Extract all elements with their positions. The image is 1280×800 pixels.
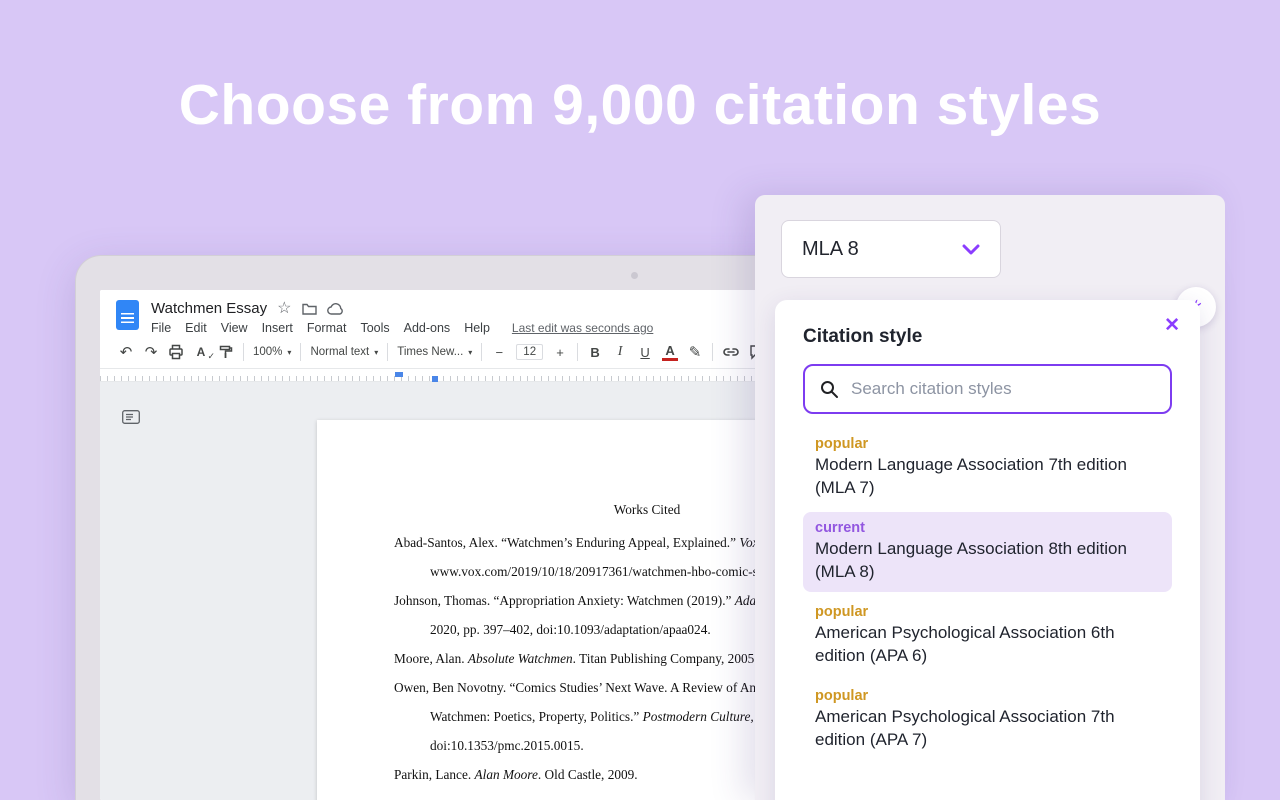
citation-style-dropdown[interactable]: MLA 8: [781, 220, 1001, 278]
increase-font-size-button[interactable]: +: [552, 345, 568, 360]
highlight-color-icon[interactable]: ✎: [687, 345, 703, 360]
item-tag: popular: [815, 687, 869, 704]
cloud-status-icon[interactable]: [326, 302, 344, 315]
menu-format[interactable]: Format: [307, 321, 347, 335]
item-label: Modern Language Association 8th edition …: [815, 538, 1127, 581]
indent-marker[interactable]: [395, 372, 403, 377]
last-edit-status[interactable]: Last edit was seconds ago: [512, 321, 653, 335]
underline-button[interactable]: U: [637, 345, 653, 360]
font-size-input[interactable]: 12: [516, 344, 544, 360]
hero-title: Choose from 9,000 citation styles: [178, 73, 1102, 137]
insert-link-icon[interactable]: [722, 344, 740, 360]
zoom-select[interactable]: 100% ▾: [253, 346, 291, 358]
menu-view[interactable]: View: [221, 321, 248, 335]
google-docs-icon[interactable]: [116, 300, 139, 330]
card-title: Citation style: [803, 326, 923, 347]
item-tag: popular: [815, 603, 869, 620]
style-item-apa6[interactable]: popular American Psychological Associati…: [803, 596, 1172, 676]
item-label: American Psychological Association 7th e…: [815, 706, 1115, 749]
toolbar-separator: [300, 343, 302, 361]
chevron-down-icon: ▾: [468, 347, 473, 357]
search-citation-styles-input[interactable]: [851, 379, 1156, 399]
document-title[interactable]: Watchmen Essay: [151, 300, 267, 317]
laptop-camera-dot: [631, 272, 638, 279]
page: Choose from 9,000 citation styles Watchm…: [0, 0, 1280, 800]
docs-title-main: Watchmen Essay ☆ File Edit View Insert F…: [151, 300, 653, 335]
move-folder-icon[interactable]: [301, 302, 317, 315]
paragraph-style-select[interactable]: Normal text ▾: [310, 346, 378, 358]
style-item-apa7[interactable]: popular American Psychological Associati…: [803, 680, 1172, 760]
menu-insert[interactable]: Insert: [262, 321, 293, 335]
redo-icon[interactable]: ↷: [143, 345, 159, 360]
chevron-down-icon: [962, 244, 980, 255]
undo-icon[interactable]: ↶: [118, 345, 134, 360]
citation-style-card: ✂ ✕ Citation style popular Modern Langua…: [775, 287, 1216, 800]
decrease-font-size-button[interactable]: −: [491, 345, 507, 360]
toolbar-separator: [712, 343, 714, 361]
toolbar-separator: [577, 343, 579, 361]
toolbar-separator: [243, 343, 244, 361]
item-tag: popular: [815, 436, 869, 452]
search-box[interactable]: [803, 364, 1172, 414]
bold-button[interactable]: B: [587, 345, 603, 360]
text-color-button[interactable]: A: [662, 344, 679, 361]
paint-format-icon[interactable]: [218, 344, 234, 360]
toolbar-separator: [387, 343, 389, 361]
menu-edit[interactable]: Edit: [185, 321, 207, 335]
menu-file[interactable]: File: [151, 321, 171, 335]
font-select[interactable]: Times New... ▾: [397, 346, 472, 358]
item-label: American Psychological Association 6th e…: [815, 622, 1115, 665]
docs-menu-bar: File Edit View Insert Format Tools Add-o…: [151, 321, 653, 335]
menu-addons[interactable]: Add-ons: [404, 321, 451, 335]
scissors-badge[interactable]: ✂: [1176, 287, 1216, 327]
item-tag: current: [815, 519, 865, 536]
chevron-down-icon: ▾: [287, 347, 292, 357]
style-item-mla8[interactable]: current Modern Language Association 8th …: [803, 511, 1172, 592]
menu-help[interactable]: Help: [464, 321, 490, 335]
chevron-down-icon: ▾: [374, 347, 379, 357]
citation-panel: MLA 8 ✂ ✕ Citation style popular Modern …: [755, 195, 1225, 800]
italic-button[interactable]: I: [612, 344, 628, 360]
item-label: Modern Language Association 7th edition …: [815, 455, 1127, 497]
print-icon[interactable]: [168, 344, 184, 360]
document-outline-icon[interactable]: [122, 410, 140, 429]
citation-style-list: popular Modern Language Association 7th …: [803, 428, 1172, 760]
close-icon[interactable]: ✕: [1164, 316, 1180, 335]
toolbar-separator: [481, 343, 483, 361]
menu-tools[interactable]: Tools: [360, 321, 389, 335]
star-icon[interactable]: ☆: [277, 300, 291, 317]
search-icon: [819, 379, 839, 399]
doc-title-line: Watchmen Essay ☆: [151, 300, 653, 317]
spellcheck-icon[interactable]: A ✓: [193, 345, 215, 361]
style-item-mla7[interactable]: popular Modern Language Association 7th …: [803, 428, 1172, 508]
scissors-icon: ✂: [1182, 294, 1210, 320]
selected-style-value: MLA 8: [802, 237, 859, 260]
